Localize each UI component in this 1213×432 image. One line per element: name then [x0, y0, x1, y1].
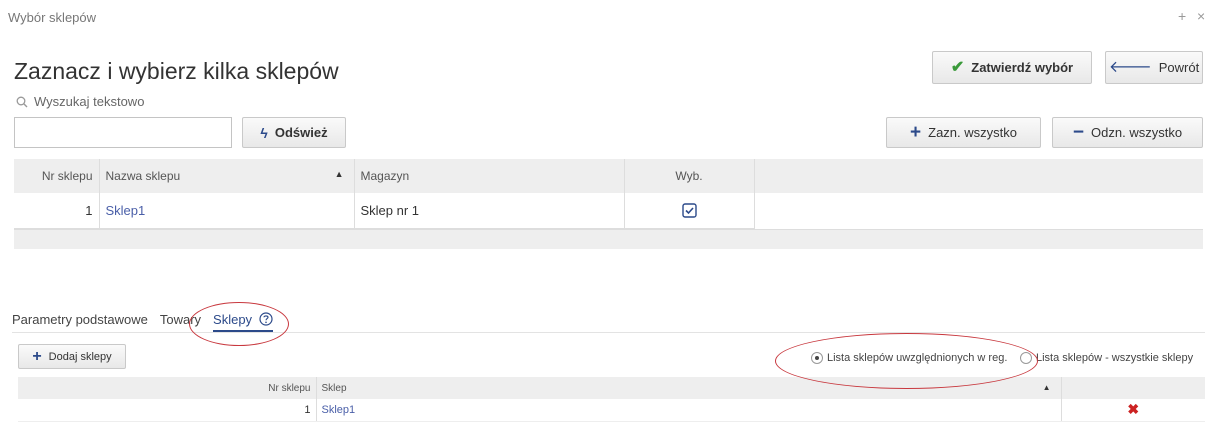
col-header-shop-label: Sklep	[321, 382, 347, 394]
select-all-button[interactable]: + Zazn. wszystko	[886, 117, 1041, 148]
shop-link[interactable]: Sklep1	[322, 404, 356, 416]
deselect-all-button[interactable]: − Odzn. wszystko	[1052, 117, 1203, 148]
check-icon: ✔	[950, 58, 965, 76]
col-header-name-label: Nazwa sklepu	[105, 169, 181, 183]
sort-asc-icon: ▲	[1042, 383, 1051, 392]
cell-selected	[624, 193, 755, 229]
select-all-label: Zazn. wszystko	[928, 125, 1017, 140]
add-shops-label: Dodaj sklepy	[48, 350, 112, 363]
col-header-nr[interactable]: Nr sklepu	[18, 377, 317, 399]
back-arrow-icon: 🡐	[1108, 58, 1152, 76]
tab-shops-label: Sklepy	[213, 312, 253, 327]
col-header-name[interactable]: Nazwa sklepu ▲	[99, 159, 355, 193]
tab-basic-params[interactable]: Parametry podstawowe	[12, 312, 148, 332]
selected-checkbox[interactable]	[681, 203, 697, 218]
shop-link[interactable]: Sklep1	[106, 203, 146, 218]
table-footer	[14, 229, 1203, 249]
confirm-selection-label: Zatwierdź wybór	[971, 60, 1074, 75]
cell-nr: 1	[18, 399, 317, 422]
refresh-button[interactable]: ϟ Odśwież	[242, 117, 346, 148]
radio-option-all[interactable]: Lista sklepów - wszystkie sklepy	[1020, 352, 1193, 364]
tabs-divider	[12, 332, 1205, 333]
shops-table: Nr sklepu Nazwa sklepu ▲ Magazyn Wyb. 1 …	[14, 159, 1203, 229]
plus-icon: +	[32, 347, 42, 365]
search-label: Wyszukaj tekstowo	[16, 94, 144, 109]
table-row[interactable]: 1 Sklep1 Sklep nr 1	[14, 193, 1203, 229]
close-window-button[interactable]: ×	[1197, 8, 1205, 24]
radio-included-label: Lista sklepów uwzględnionych w reg.	[827, 352, 1008, 364]
search-icon	[16, 96, 28, 107]
col-header-selected[interactable]: Wyb.	[624, 159, 755, 193]
tab-products[interactable]: Towary	[160, 312, 201, 332]
search-input[interactable]	[14, 117, 232, 148]
refresh-label: Odśwież	[274, 125, 328, 140]
lightning-icon: ϟ	[260, 124, 268, 141]
window-title: Wybór sklepów	[8, 10, 97, 25]
assigned-shops-table: Nr sklepu Sklep ▲ 1 Sklep1 ✖	[18, 377, 1205, 422]
table-header-row: Nr sklepu Nazwa sklepu ▲ Magazyn Wyb.	[14, 159, 1203, 193]
col-header-filler	[754, 159, 1203, 193]
minus-icon: −	[1072, 122, 1085, 143]
back-button[interactable]: 🡐 Powrót	[1105, 51, 1203, 84]
confirm-selection-button[interactable]: ✔ Zatwierdź wybór	[932, 51, 1092, 84]
deselect-all-label: Odzn. wszystko	[1091, 125, 1183, 140]
plus-icon: +	[910, 122, 922, 143]
cell-warehouse: Sklep nr 1	[354, 193, 625, 229]
cell-nr: 1	[14, 193, 100, 229]
cell-filler	[754, 193, 1203, 228]
col-header-nr[interactable]: Nr sklepu	[14, 159, 100, 193]
tab-bar: Parametry podstawowe Towary Sklepy	[12, 312, 273, 332]
add-shops-button[interactable]: + Dodaj sklepy	[18, 344, 126, 369]
tab-shops[interactable]: Sklepy	[213, 312, 273, 332]
table-header-row: Nr sklepu Sklep ▲	[18, 377, 1205, 399]
col-header-shop[interactable]: Sklep ▲	[316, 377, 1062, 399]
cell-actions: ✖	[1061, 399, 1205, 422]
search-label-text: Wyszukaj tekstowo	[34, 94, 145, 109]
col-header-actions	[1061, 377, 1205, 399]
add-window-button[interactable]: +	[1178, 8, 1186, 24]
sort-asc-icon: ▲	[334, 169, 344, 179]
help-icon[interactable]	[259, 312, 273, 326]
radio-all[interactable]	[1020, 352, 1032, 364]
back-label: Powrót	[1158, 60, 1200, 75]
page-title: Zaznacz i wybierz kilka sklepów	[14, 58, 339, 84]
delete-icon[interactable]: ✖	[1127, 401, 1139, 417]
table-row[interactable]: 1 Sklep1 ✖	[18, 399, 1205, 422]
radio-all-label: Lista sklepów - wszystkie sklepy	[1036, 352, 1194, 364]
col-header-warehouse[interactable]: Magazyn	[354, 159, 625, 193]
radio-included[interactable]	[811, 352, 823, 364]
radio-option-included[interactable]: Lista sklepów uwzględnionych w reg.	[811, 352, 1007, 364]
